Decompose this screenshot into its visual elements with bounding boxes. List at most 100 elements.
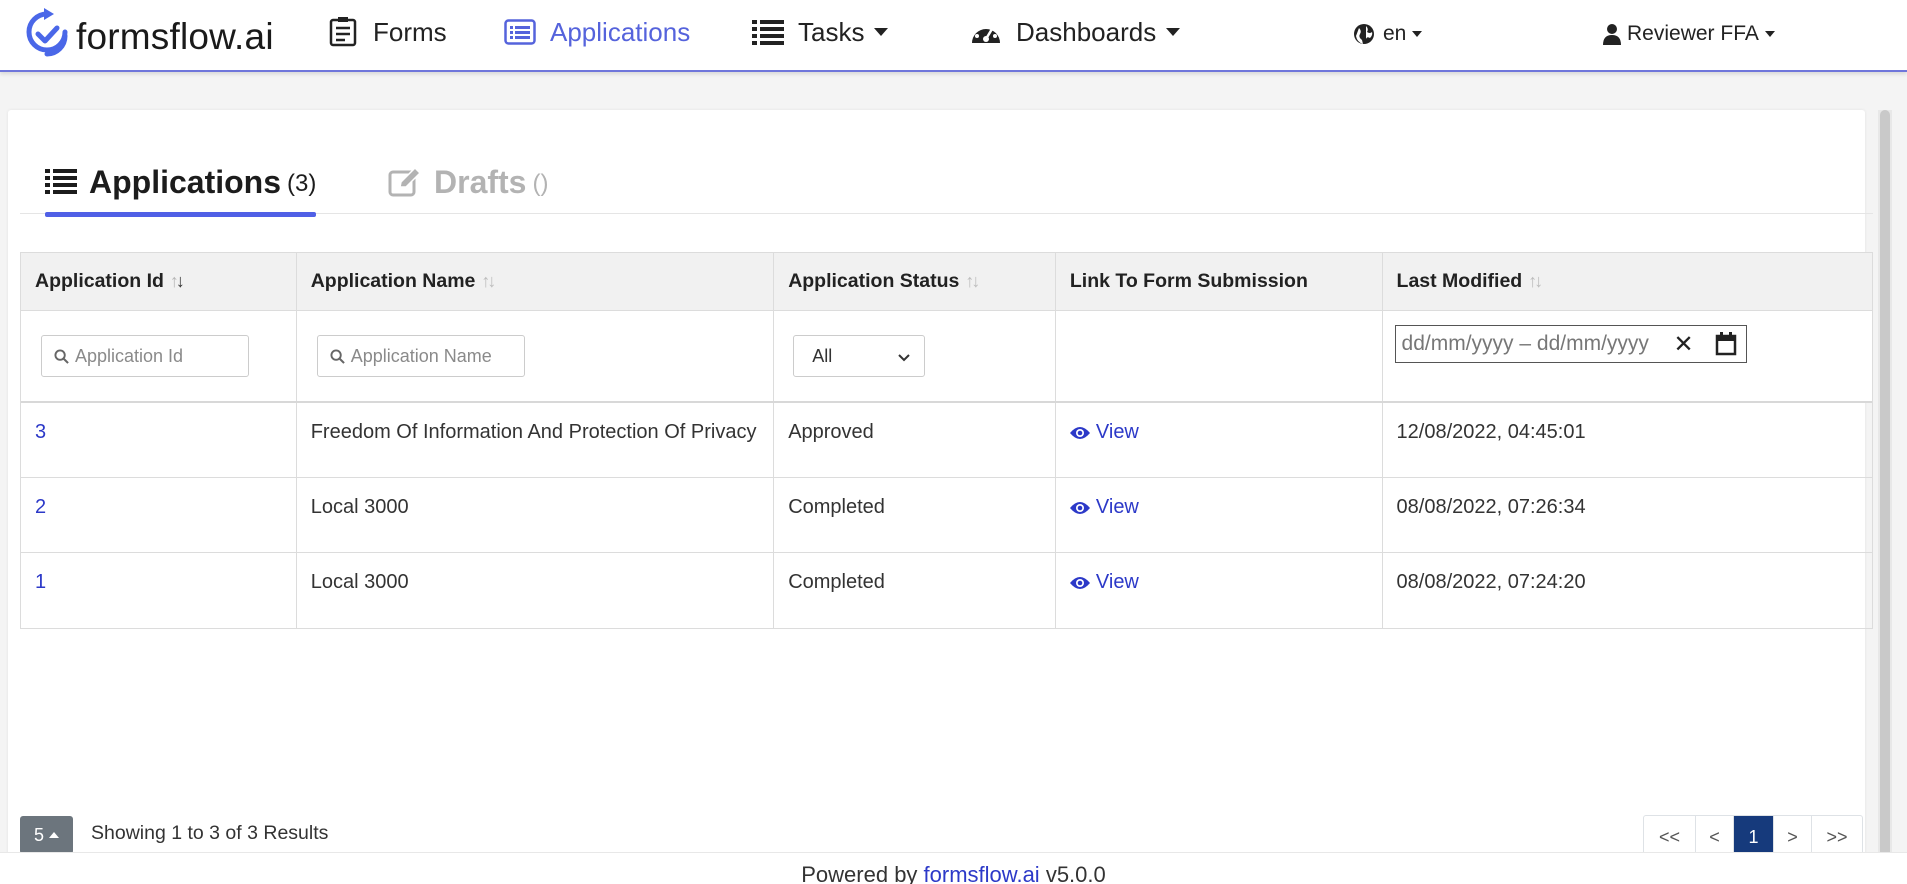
chevron-down-icon (1166, 28, 1181, 36)
globe-icon (1353, 23, 1375, 45)
status-filter-select[interactable]: All (793, 335, 926, 377)
nav-tasks[interactable]: Tasks (752, 10, 889, 54)
cell-last-modified: 12/08/2022, 04:45:01 (1396, 421, 1586, 443)
placeholder-text: Application Name (350, 345, 492, 366)
date-placeholder: dd/mm/yyyy – dd/mm/yyyy (1401, 332, 1649, 355)
chevron-down-icon (1764, 31, 1775, 37)
tab-drafts-count: () (532, 170, 549, 197)
clear-date-icon[interactable]: ✕ (1674, 330, 1694, 359)
chevron-down-icon (1412, 31, 1423, 37)
nav-dashboards[interactable]: Dashboards (970, 10, 1181, 54)
table-row: 3 Freedom Of Information And Protection … (21, 403, 1872, 478)
applications-card: Applications (3) Drafts () Application I… (8, 110, 1873, 884)
version-text: v5.0.0 (1039, 862, 1106, 884)
chevron-down-icon (874, 28, 889, 36)
cell-application-status: Approved (774, 403, 1056, 477)
application-id-filter-input[interactable]: Application Id (41, 335, 249, 377)
placeholder-text: Application Id (75, 345, 184, 366)
nav-applications-label: Applications (550, 16, 691, 47)
next-page-button[interactable]: > (1774, 816, 1812, 856)
table-row: 1 Local 3000 Completed View 08/08/2022, … (21, 553, 1872, 628)
cell-application-status: Completed (774, 553, 1056, 628)
prev-page-button[interactable]: < (1696, 816, 1734, 856)
sort-icon[interactable]: ↑↓ (481, 271, 496, 292)
formsflow-logo-icon (24, 6, 70, 67)
powered-by: Powered by formsflow.ai v5.0.0 (0, 862, 1907, 884)
nav-tasks-label: Tasks (798, 16, 865, 47)
user-icon (1603, 23, 1621, 45)
user-menu[interactable]: Reviewer FFA (1603, 16, 1775, 52)
caret-up-icon (49, 832, 59, 838)
filter-cell-date: dd/mm/yyyy – dd/mm/yyyy ✕ (1383, 311, 1872, 401)
tab-applications[interactable]: Applications (3) (45, 150, 317, 217)
cell-link: View (1056, 478, 1383, 552)
eye-icon (1069, 426, 1090, 439)
header-last-modified[interactable]: Last Modified ↑↓ (1383, 253, 1872, 310)
list-icon (45, 168, 77, 196)
header-label: Last Modified (1396, 270, 1523, 292)
calendar-icon[interactable] (1715, 332, 1737, 362)
filter-cell-name: Application Name (297, 311, 775, 401)
form-icon (327, 16, 359, 48)
cell-application-status: Completed (774, 478, 1056, 552)
filter-cell-status: All (774, 311, 1056, 401)
cell-last-modified: 08/08/2022, 07:26:34 (1396, 496, 1586, 518)
cell-application-id: 3 (21, 403, 297, 477)
search-icon (330, 348, 345, 364)
header-application-name[interactable]: Application Name ↑↓ (297, 253, 775, 310)
header-label: Link To Form Submission (1069, 270, 1308, 292)
tab-drafts-label: Drafts (434, 163, 527, 200)
view-submission-link[interactable]: View (1069, 571, 1139, 594)
sort-icon[interactable]: ↑↓ (1528, 271, 1543, 292)
top-navbar: formsflow.ai Forms Applications Tasks Da… (0, 0, 1907, 72)
brand-logo[interactable]: formsflow.ai (24, 6, 274, 67)
cell-application-id: 2 (21, 478, 297, 552)
date-range-filter-input[interactable]: dd/mm/yyyy – dd/mm/yyyy ✕ (1394, 325, 1747, 363)
first-page-button[interactable]: << (1644, 816, 1696, 856)
language-label: en (1383, 22, 1407, 45)
applications-table: Application Id ↑↓ Application Name ↑↓ Ap… (20, 252, 1873, 629)
view-submission-link[interactable]: View (1069, 421, 1139, 444)
table-row: 2 Local 3000 Completed View 08/08/2022, … (21, 478, 1872, 553)
nav-dashboards-label: Dashboards (1016, 16, 1157, 47)
tab-applications-label: Applications (89, 163, 282, 200)
cell-link: View (1056, 553, 1383, 628)
application-name-filter-input[interactable]: Application Name (316, 335, 525, 377)
pagination: << < 1 > >> (1643, 815, 1863, 857)
powered-by-prefix: Powered by (801, 862, 924, 884)
tab-bar: Applications (3) Drafts () (20, 150, 1873, 217)
page-size-dropdown[interactable]: 5 (20, 816, 73, 854)
nav-forms-label: Forms (373, 16, 447, 47)
eye-icon (1069, 576, 1090, 589)
list-icon (752, 16, 784, 48)
results-summary: Showing 1 to 3 of 3 Results (91, 822, 329, 844)
cell-application-name: Local 3000 (297, 478, 775, 552)
header-label: Application Id (35, 270, 164, 292)
sort-icon[interactable]: ↑↓ (965, 271, 980, 292)
list-alt-icon (504, 16, 536, 48)
view-submission-link[interactable]: View (1069, 496, 1139, 519)
nav-applications[interactable]: Applications (504, 10, 690, 54)
application-id-link[interactable]: 1 (35, 571, 46, 594)
formsflow-link[interactable]: formsflow.ai (924, 862, 1040, 884)
header-application-id[interactable]: Application Id ↑↓ (21, 253, 297, 310)
language-selector[interactable]: en (1353, 16, 1423, 52)
application-id-link[interactable]: 3 (35, 421, 46, 444)
application-id-link[interactable]: 2 (35, 496, 46, 519)
last-page-button[interactable]: >> (1812, 816, 1862, 856)
sort-icon[interactable]: ↑↓ (170, 271, 185, 292)
scrollbar-thumb[interactable] (1880, 110, 1890, 884)
tachometer-icon (970, 16, 1002, 48)
page-1-button[interactable]: 1 (1734, 816, 1774, 856)
vertical-scrollbar[interactable] (1878, 110, 1892, 884)
tab-drafts[interactable]: Drafts () (388, 150, 548, 214)
nav-forms[interactable]: Forms (327, 10, 447, 54)
user-name: Reviewer FFA (1627, 22, 1759, 45)
cell-last-modified: 08/08/2022, 07:24:20 (1396, 571, 1586, 593)
header-label: Application Status (788, 270, 960, 292)
header-application-status[interactable]: Application Status ↑↓ (774, 253, 1056, 310)
cell-application-id: 1 (21, 553, 297, 628)
header-link-to-form: Link To Form Submission (1056, 253, 1383, 310)
header-label: Application Name (310, 270, 476, 292)
page-size-value: 5 (33, 824, 44, 845)
